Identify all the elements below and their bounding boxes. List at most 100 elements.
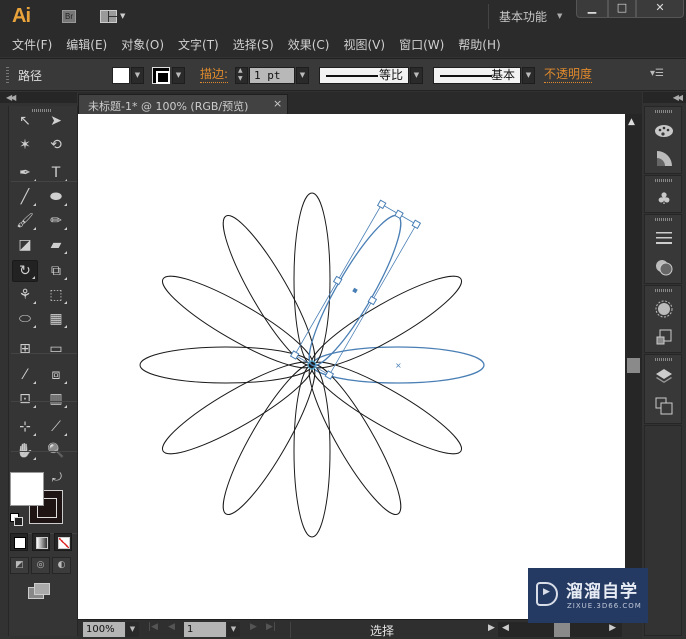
stroke-color-swatch[interactable] xyxy=(152,67,170,84)
current-tool-status[interactable]: 选择 xyxy=(370,622,394,639)
pencil-tool[interactable]: ✏ xyxy=(43,210,69,232)
fill-color-box[interactable] xyxy=(10,472,44,506)
stroke-lines-icon[interactable] xyxy=(653,227,675,249)
swap-fill-stroke-icon[interactable]: ⤾ xyxy=(52,470,62,485)
stroke-dropdown[interactable]: ▼ xyxy=(172,67,185,84)
scroll-left-icon[interactable]: ◀ xyxy=(502,623,509,633)
magic-wand-tool[interactable]: ✶ xyxy=(12,134,38,156)
rotate-tool[interactable]: ↻ xyxy=(12,260,38,282)
expand-panels-icon[interactable]: ◀◀ xyxy=(673,92,683,103)
brush-dropdown[interactable]: ▼ xyxy=(522,67,535,84)
artboard-number-input[interactable]: 1 xyxy=(184,622,226,637)
opacity-panel-link[interactable]: 不透明度 xyxy=(544,67,593,83)
collapse-icon[interactable]: ◀◀ xyxy=(6,92,16,103)
fill-dropdown[interactable]: ▼ xyxy=(131,67,144,84)
arrange-documents-button[interactable]: ▼ xyxy=(100,10,128,24)
panel-grip[interactable] xyxy=(6,67,9,83)
draw-normal-button[interactable]: ◩ xyxy=(10,557,29,574)
scroll-up-icon[interactable]: ▲ xyxy=(628,117,635,127)
zoom-dropdown[interactable]: ▼ xyxy=(126,622,139,637)
menu-file[interactable]: 文件(F) xyxy=(12,33,52,57)
color-mode-button[interactable] xyxy=(10,533,28,551)
slice-tool[interactable]: ⟋ xyxy=(43,416,69,438)
draw-behind-button[interactable]: ◎ xyxy=(31,557,50,574)
artboards-icon[interactable] xyxy=(653,395,675,417)
status-menu-icon[interactable]: ▶ xyxy=(488,623,495,633)
panel-grip[interactable] xyxy=(655,358,673,361)
artboard-dropdown[interactable]: ▼ xyxy=(227,622,240,637)
transform-handle[interactable] xyxy=(332,275,343,286)
free-transform-tool[interactable]: ⬚ xyxy=(43,284,69,306)
zoom-level-input[interactable]: 100% xyxy=(83,622,125,637)
stroke-panel-link[interactable]: 描边: xyxy=(200,67,229,83)
menu-select[interactable]: 选择(S) xyxy=(233,33,274,57)
petal[interactable] xyxy=(293,192,331,366)
warp-tool[interactable]: ⚘ xyxy=(12,284,38,306)
eyedropper-tool[interactable]: ⁄ xyxy=(12,364,38,386)
transform-handle[interactable] xyxy=(289,350,300,360)
panel-menu-icon[interactable]: ▾☰ xyxy=(650,68,664,79)
color-palette-icon[interactable] xyxy=(653,119,675,141)
default-fill-stroke-icon[interactable] xyxy=(10,513,23,526)
transform-handle[interactable] xyxy=(411,219,422,230)
transform-handle[interactable] xyxy=(376,199,387,210)
panel-grip[interactable] xyxy=(655,218,673,221)
petal[interactable] xyxy=(139,346,313,384)
petal[interactable] xyxy=(293,364,331,538)
horizontal-scrollbar[interactable]: ◀ ▶ xyxy=(498,622,622,637)
symbol-sprayer-tool[interactable]: ⊡ xyxy=(12,388,38,410)
blob-brush-tool[interactable]: ◪ xyxy=(12,234,38,256)
transparency-icon[interactable] xyxy=(653,256,675,278)
vertical-scroll-thumb[interactable] xyxy=(627,358,640,373)
variable-width-profile-select[interactable]: 等比 xyxy=(319,67,409,84)
fill-color-swatch[interactable] xyxy=(112,67,130,84)
selected-petal-group[interactable] xyxy=(289,199,422,380)
document-tab[interactable]: 未标题-1* @ 100% (RGB/预览) × xyxy=(78,94,288,114)
scale-tool[interactable]: ⧉ xyxy=(43,260,69,282)
next-artboard-icon[interactable]: ▶ xyxy=(250,622,257,632)
none-mode-button[interactable] xyxy=(54,533,72,551)
line-segment-tool[interactable]: ╱ xyxy=(12,186,38,208)
menu-view[interactable]: 视图(V) xyxy=(343,33,385,57)
graphic-styles-icon[interactable] xyxy=(653,326,675,348)
menu-window[interactable]: 窗口(W) xyxy=(399,33,444,57)
menu-effect[interactable]: 效果(C) xyxy=(288,33,330,57)
stroke-weight-dropdown[interactable]: ▼ xyxy=(296,67,309,84)
draw-inside-button[interactable]: ◐ xyxy=(52,557,71,574)
blend-tool[interactable]: ⧈ xyxy=(43,364,69,386)
appearance-icon[interactable] xyxy=(653,298,675,320)
stroke-weight-stepper[interactable] xyxy=(235,67,248,84)
menu-object[interactable]: 对象(O) xyxy=(121,33,164,57)
workspace-switcher[interactable]: 基本功能 xyxy=(499,8,547,25)
close-button[interactable]: ✕ xyxy=(636,0,684,18)
scroll-right-icon[interactable]: ▶ xyxy=(609,623,616,633)
bridge-button[interactable]: Br xyxy=(62,10,76,23)
column-graph-tool[interactable]: ▥ xyxy=(43,388,69,410)
gradient-mode-button[interactable] xyxy=(32,533,50,551)
menu-help[interactable]: 帮助(H) xyxy=(458,33,500,57)
previous-artboard-icon[interactable]: ◀ xyxy=(168,622,175,632)
stroke-weight-input[interactable]: 1 pt xyxy=(249,67,295,84)
transform-handle[interactable] xyxy=(394,209,404,220)
transform-handle[interactable] xyxy=(324,370,335,380)
direct-selection-tool[interactable]: ➤ xyxy=(43,110,69,132)
color-guide-icon[interactable] xyxy=(653,147,675,169)
shape-builder-tool[interactable]: ⬭ xyxy=(12,308,38,330)
transform-handle[interactable] xyxy=(367,295,378,306)
last-artboard-icon[interactable]: ▶| xyxy=(266,622,276,632)
ellipse-tool[interactable]: ⬬ xyxy=(43,186,69,208)
minimize-button[interactable]: ▁ xyxy=(576,0,608,18)
lasso-tool[interactable]: ⟲ xyxy=(43,134,69,156)
graph-tool[interactable]: ▦ xyxy=(43,308,69,330)
profile-dropdown[interactable]: ▼ xyxy=(410,67,423,84)
artwork[interactable]: × xyxy=(78,114,625,619)
eraser-tool[interactable]: ▰ xyxy=(43,234,69,256)
layers-icon[interactable] xyxy=(653,366,675,388)
artboard-canvas[interactable]: × xyxy=(78,114,625,619)
paintbrush-tool[interactable]: 🖌 xyxy=(12,210,38,232)
maximize-button[interactable]: □ xyxy=(608,0,636,18)
gradient-tool[interactable]: ▭ xyxy=(43,338,69,360)
screen-mode-icon[interactable] xyxy=(28,583,50,599)
menu-edit[interactable]: 编辑(E) xyxy=(66,33,107,57)
menu-type[interactable]: 文字(T) xyxy=(178,33,219,57)
